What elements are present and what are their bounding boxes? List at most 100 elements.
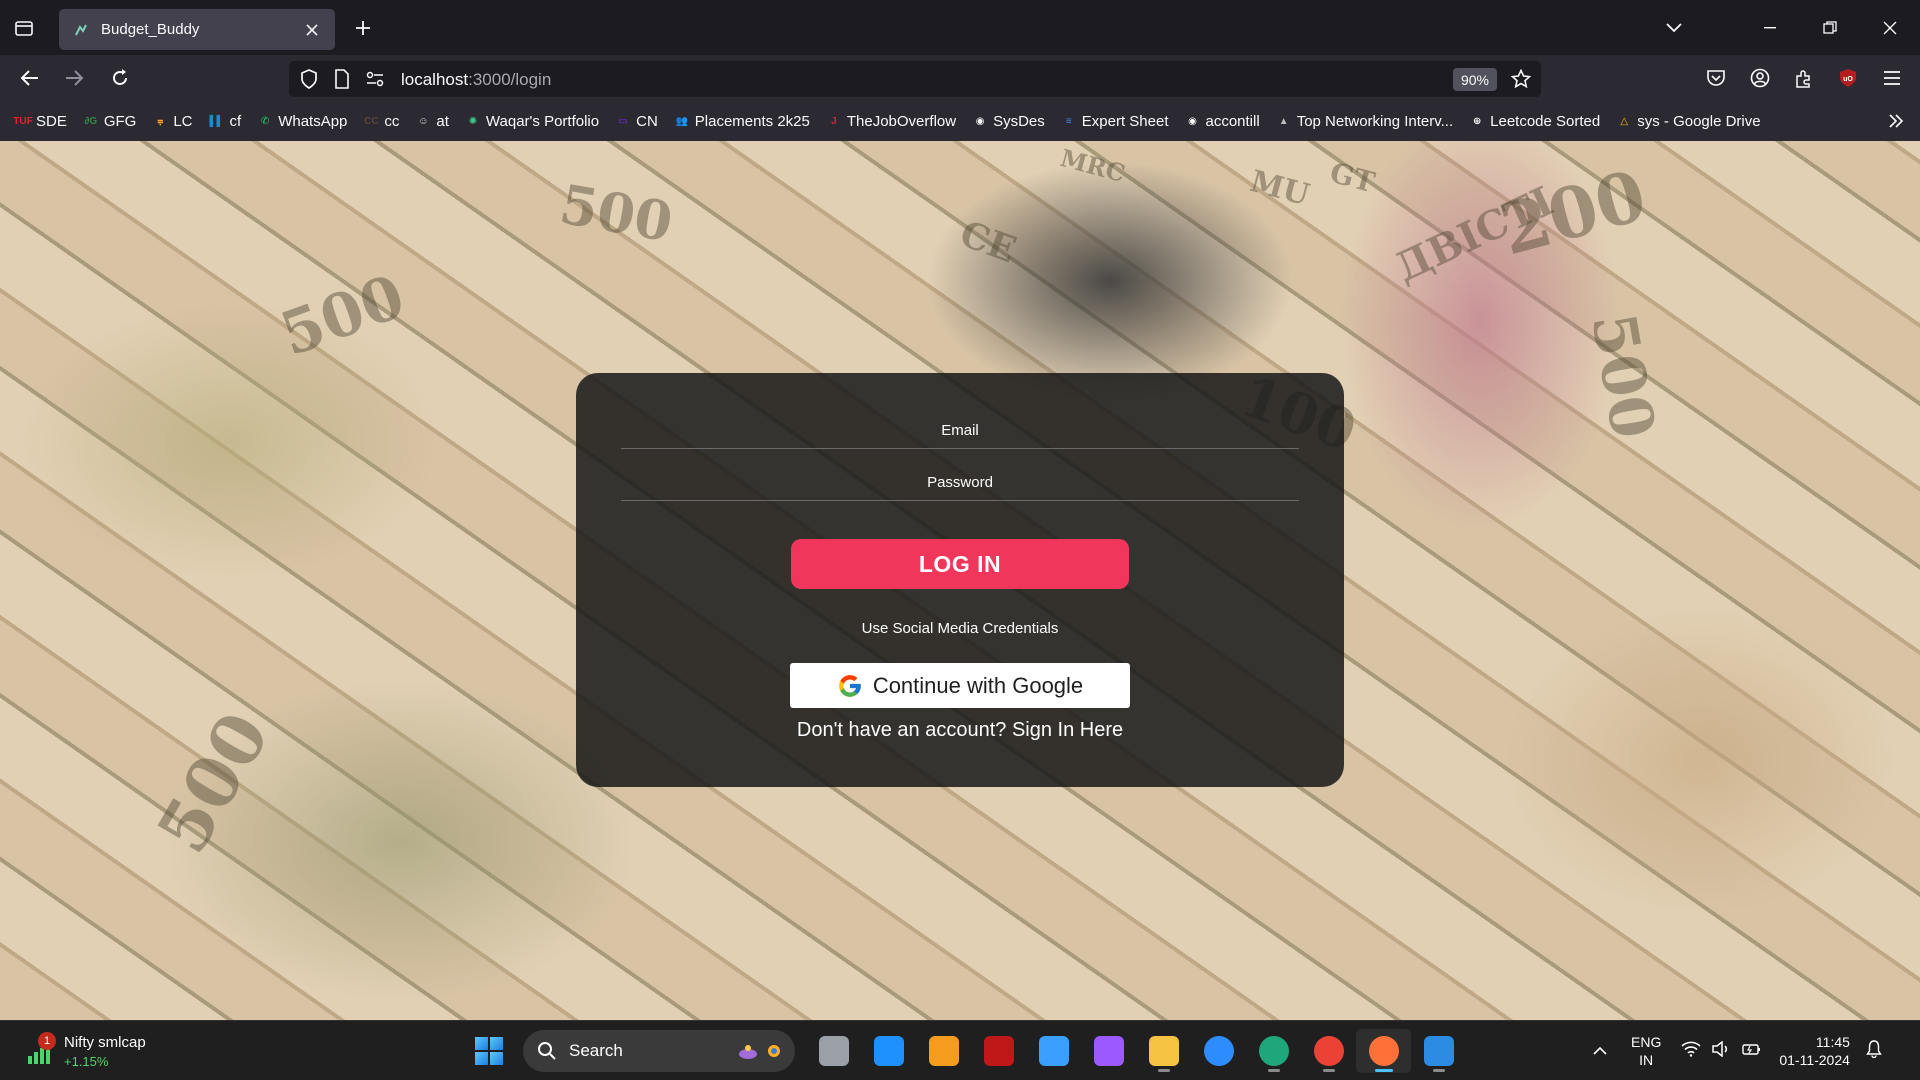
bookmark-item[interactable]: CC cc bbox=[362, 113, 399, 130]
login-page: 500500200ДВІСТІ500CEMUGTMRC100500 Email … bbox=[0, 141, 1920, 1020]
tab-list-icon[interactable] bbox=[10, 14, 38, 42]
battery-icon[interactable] bbox=[1741, 1041, 1763, 1062]
chrome-icon bbox=[1313, 1036, 1344, 1066]
account-icon[interactable] bbox=[1738, 62, 1782, 94]
codingninjas-icon: ▭ bbox=[618, 115, 628, 127]
shield-icon[interactable] bbox=[299, 69, 319, 89]
new-tab-icon[interactable] bbox=[349, 14, 377, 42]
taskbar-app[interactable] bbox=[1301, 1029, 1356, 1073]
mcafee-icon bbox=[983, 1036, 1014, 1066]
clock[interactable]: 11:45 01-11-2024 bbox=[1779, 1033, 1850, 1069]
tab-title: Budget_Buddy bbox=[101, 21, 200, 38]
globe-icon: ⊕ bbox=[1472, 115, 1482, 127]
bookmark-item[interactable]: ◉ accontill bbox=[1183, 113, 1260, 130]
login-card: Email Password LOG IN Use Social Media C… bbox=[576, 373, 1344, 787]
signup-link[interactable]: Don't have an account? Sign In Here bbox=[576, 719, 1344, 742]
bookmark-item[interactable]: J TheJobOverflow bbox=[825, 113, 956, 130]
menu-hamburger-icon[interactable] bbox=[1870, 62, 1914, 94]
taskbar-app[interactable] bbox=[1026, 1029, 1081, 1073]
bookmark-star-icon[interactable] bbox=[1511, 69, 1531, 89]
url-text[interactable]: localhost:3000/login bbox=[401, 70, 551, 90]
bookmark-item[interactable]: ◉ SysDes bbox=[971, 113, 1045, 130]
taskbar-app[interactable] bbox=[806, 1029, 861, 1073]
gfg-icon: ∂G bbox=[84, 115, 98, 127]
codeforces-icon: ▌▌ bbox=[209, 115, 224, 127]
bookmark-item[interactable]: ⩦ LC bbox=[151, 113, 192, 130]
bookmark-item[interactable]: ▌▌ cf bbox=[208, 113, 241, 130]
bookmark-label: Placements 2k25 bbox=[694, 112, 810, 130]
taskbar-app[interactable] bbox=[971, 1029, 1026, 1073]
bookmark-item[interactable]: △ sys - Google Drive bbox=[1615, 113, 1760, 130]
jobs-icon: J bbox=[831, 115, 837, 127]
file-explorer-icon bbox=[1148, 1036, 1179, 1066]
login-button[interactable]: LOG IN bbox=[791, 539, 1129, 589]
bookmark-item[interactable]: ≡ Expert Sheet bbox=[1060, 113, 1169, 130]
language-indicator[interactable]: ENG IN bbox=[1631, 1033, 1661, 1069]
social-credentials-label: Use Social Media Credentials bbox=[861, 620, 1059, 637]
bookmark-label: CN bbox=[636, 112, 658, 130]
bookmark-item[interactable]: ▭ CN bbox=[614, 112, 658, 130]
taskbar-app[interactable] bbox=[1356, 1029, 1411, 1073]
bookmark-item[interactable]: ▲ Top Networking Interv... bbox=[1275, 113, 1453, 130]
bookmark-label: Expert Sheet bbox=[1081, 112, 1169, 130]
bill-text: 500 bbox=[271, 261, 414, 371]
volume-icon[interactable] bbox=[1711, 1039, 1731, 1062]
bookmark-label: cc bbox=[384, 112, 400, 130]
bookmark-item[interactable]: ⊕ Leetcode Sorted bbox=[1468, 113, 1600, 130]
close-window-icon[interactable] bbox=[1860, 0, 1920, 55]
notification-badge: 1 bbox=[38, 1032, 56, 1050]
pocket-icon[interactable] bbox=[1694, 62, 1738, 94]
show-hidden-icons-icon[interactable] bbox=[1585, 1046, 1615, 1056]
system-tray: ENG IN 11:45 01-11-2024 bbox=[1585, 1029, 1882, 1073]
taskbar-search[interactable]: Search bbox=[523, 1030, 795, 1072]
taskbar-app[interactable] bbox=[1246, 1029, 1301, 1073]
wifi-icon[interactable] bbox=[1681, 1041, 1701, 1062]
close-tab-icon[interactable] bbox=[303, 21, 321, 39]
running-indicator bbox=[1158, 1069, 1170, 1072]
bookmark-item[interactable]: ✆ WhatsApp bbox=[256, 113, 347, 130]
taskbar-app[interactable] bbox=[1081, 1029, 1136, 1073]
mobile-app-icon bbox=[928, 1036, 959, 1066]
mountain-icon: ▲ bbox=[1278, 115, 1289, 127]
minimize-icon[interactable] bbox=[1740, 0, 1800, 55]
taskbar-app[interactable] bbox=[916, 1029, 971, 1073]
list-all-tabs-icon[interactable] bbox=[1660, 14, 1688, 42]
email-field[interactable]: Email bbox=[621, 413, 1299, 449]
restore-icon[interactable] bbox=[1800, 0, 1860, 55]
ublock-origin-icon[interactable]: uO bbox=[1826, 62, 1870, 94]
permissions-icon[interactable] bbox=[365, 69, 385, 89]
taskbar-app[interactable] bbox=[1411, 1029, 1466, 1073]
windows-start-icon[interactable] bbox=[473, 1035, 505, 1067]
svg-text:uO: uO bbox=[1843, 76, 1853, 83]
bookmarks-toolbar: TUF SDE ∂G GFG ⩦ LC ▌▌ cf ✆ WhatsApp CC cc ☺ at ✺ Waqar… bbox=[0, 101, 1920, 141]
stock-widget[interactable]: 1 Nifty smlcap +1.15% bbox=[24, 1032, 146, 1071]
bookmark-item[interactable]: ☺ at bbox=[414, 113, 449, 130]
weather-app-icon bbox=[1038, 1036, 1069, 1066]
zoom-level-badge[interactable]: 90% bbox=[1453, 68, 1497, 91]
continue-with-google-button[interactable]: Continue with Google bbox=[790, 663, 1130, 708]
bill-text: MU bbox=[1246, 163, 1313, 214]
forward-arrow-icon[interactable] bbox=[58, 62, 90, 94]
running-indicator bbox=[1268, 1069, 1280, 1072]
tab-budget-buddy[interactable]: Budget_Buddy bbox=[59, 9, 335, 50]
taskbar-app[interactable] bbox=[1136, 1029, 1191, 1073]
bookmark-item[interactable]: ✺ Waqar's Portfolio bbox=[464, 113, 599, 130]
page-info-icon[interactable] bbox=[332, 69, 352, 89]
back-arrow-icon[interactable] bbox=[14, 62, 46, 94]
taskbar-app[interactable] bbox=[1191, 1029, 1246, 1073]
notifications-bell-icon[interactable] bbox=[1866, 1039, 1882, 1063]
extensions-icon[interactable] bbox=[1782, 62, 1826, 94]
taskbar-app[interactable] bbox=[861, 1029, 916, 1073]
bookmark-item[interactable]: TUF SDE bbox=[13, 113, 67, 130]
budget-buddy-favicon-icon bbox=[73, 22, 89, 38]
password-field[interactable]: Password bbox=[621, 465, 1299, 501]
bookmarks-overflow-icon[interactable] bbox=[1886, 111, 1906, 131]
bookmark-item[interactable]: ∂G GFG bbox=[82, 113, 136, 130]
firefox-icon bbox=[1368, 1036, 1399, 1066]
github-icon: ◉ bbox=[1188, 115, 1197, 127]
bookmark-item[interactable]: 👥 Placements 2k25 bbox=[673, 113, 810, 130]
running-indicator bbox=[1433, 1069, 1445, 1072]
reload-icon[interactable] bbox=[104, 62, 136, 94]
address-bar[interactable]: localhost:3000/login 90% bbox=[289, 61, 1541, 97]
portfolio-icon: ✺ bbox=[468, 115, 478, 127]
